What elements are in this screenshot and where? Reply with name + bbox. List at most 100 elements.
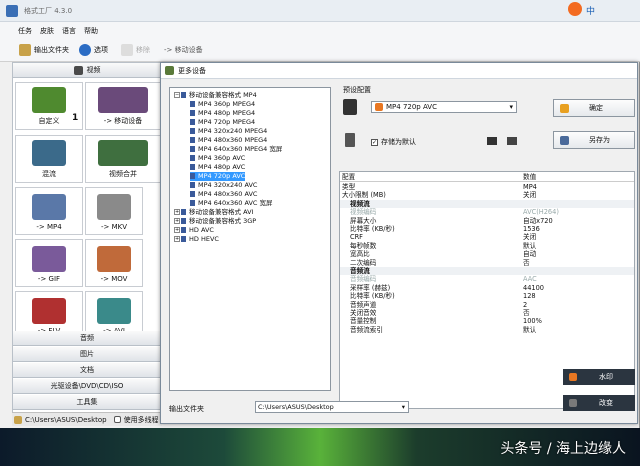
format-icon <box>190 146 195 152</box>
tile-mobile-device[interactable]: -> 移动设备 <box>85 82 161 130</box>
app-icon <box>6 5 18 17</box>
preset-dropdown[interactable]: MP4 720p AVC ▾ <box>371 101 517 113</box>
category-tools-label: 工具集 <box>76 398 98 406</box>
tree-label: MP4 720p AVC <box>198 172 246 180</box>
ok-button[interactable]: 确定 <box>553 99 635 117</box>
tree-item[interactable]: MP4 480p AVC <box>190 163 245 172</box>
tree-item[interactable]: MP4 320x240 MPEG4 <box>190 127 267 136</box>
tile-custom-label: 自定义 <box>38 117 60 125</box>
property-name: 视频流 <box>350 199 370 208</box>
property-row[interactable]: 大小限制 (MB) 关闭 <box>340 191 634 199</box>
tree-item[interactable]: MP4 720p AVC <box>190 172 246 181</box>
tree-group[interactable]: − 移动设备兼容格式 MP4 <box>174 91 257 100</box>
tree-item[interactable]: MP4 480x360 AVC <box>190 190 257 199</box>
property-value: 128 <box>523 292 536 301</box>
expand-icon[interactable]: + <box>174 218 180 224</box>
chevron-down-icon: ▾ <box>509 103 513 111</box>
property-row[interactable]: 音频流索引 默认 <box>340 326 634 334</box>
property-name: 屏幕大小 <box>350 216 377 225</box>
menu-task[interactable]: 任务 <box>18 26 32 36</box>
preset-icon <box>375 103 383 111</box>
category-tools[interactable]: 工具集 <box>13 395 161 410</box>
tree-group[interactable]: + HD AVC <box>174 226 214 235</box>
category-document[interactable]: 文档 <box>13 363 161 378</box>
tile-mov[interactable]: -> MOV <box>85 239 143 287</box>
options-button[interactable]: 选项 <box>76 41 111 59</box>
expand-icon[interactable]: + <box>174 209 180 215</box>
tree-item[interactable]: MP4 640x360 MPEG4 宽屏 <box>190 145 282 154</box>
remove-button[interactable]: 移除 <box>118 41 153 59</box>
property-section[interactable]: 视频流 <box>340 199 634 209</box>
rename-button[interactable]: 改变 <box>563 395 635 411</box>
menu-language[interactable]: 语言 <box>62 26 76 36</box>
tile-gif[interactable]: -> GIF <box>15 239 83 287</box>
save-default-checkbox[interactable]: ✓ <box>371 138 378 146</box>
property-row[interactable]: 比特率 (KB/秒) 128 <box>340 292 634 300</box>
tile-video-join[interactable]: 视频合并 <box>85 135 161 183</box>
property-row[interactable]: 二次编码 否 <box>340 259 634 267</box>
tile-custom[interactable]: 自定义 1 <box>15 82 83 130</box>
category-optical[interactable]: 光驱设备\DVD\CD\ISO <box>13 379 161 394</box>
property-value: 否 <box>523 258 530 267</box>
format-icon <box>190 155 195 161</box>
property-value: 自动x720 <box>523 216 553 225</box>
watermark-label: 水印 <box>599 373 613 381</box>
sidebar: 视频 自定义 1 -> 移动设备 混流 视频合并 -> MP4 -> MKV -… <box>12 62 162 424</box>
monitor-icon[interactable] <box>487 137 497 145</box>
status-path[interactable]: C:\Users\ASUS\Desktop <box>25 416 107 424</box>
format-icon <box>181 92 186 98</box>
tile-mobile-label: -> 移动设备 <box>103 117 143 125</box>
save-default-option[interactable]: ✓ 存储为默认 <box>371 137 416 147</box>
property-row[interactable]: 视频编码 AVC(H264) <box>340 208 634 216</box>
tile-mux[interactable]: 混流 <box>15 135 83 183</box>
property-row[interactable]: 采样率 (赫兹) 44100 <box>340 284 634 292</box>
property-row[interactable]: 音频声道 2 <box>340 301 634 309</box>
tile-mkv[interactable]: -> MKV <box>85 187 143 235</box>
menu-skin[interactable]: 皮肤 <box>40 26 54 36</box>
tray-ime-label[interactable]: 中 <box>586 4 595 17</box>
dialog-icon <box>165 66 174 75</box>
expand-icon[interactable]: + <box>174 236 180 242</box>
tree-item[interactable]: MP4 640x360 AVC 宽屏 <box>190 199 273 208</box>
property-row[interactable]: 音频编码 AAC <box>340 275 634 283</box>
property-row[interactable]: 音量控制 100% <box>340 317 634 325</box>
tile-mp4[interactable]: -> MP4 <box>15 187 83 235</box>
tree-label: 移动设备兼容格式 3GP <box>189 217 257 225</box>
collapse-icon[interactable]: − <box>174 92 180 98</box>
tree-item[interactable]: MP4 480x360 MPEG4 <box>190 136 267 145</box>
device-tree[interactable]: − 移动设备兼容格式 MP4 MP4 360p MPEG4 MP4 480p MPEG… <box>169 87 331 391</box>
tree-group[interactable]: + 移动设备兼容格式 AVI <box>174 208 253 217</box>
category-audio[interactable]: 音频 <box>13 331 161 346</box>
save-as-button[interactable]: 另存为 <box>553 131 635 149</box>
property-row[interactable]: 屏幕大小 自动x720 <box>340 217 634 225</box>
category-video[interactable]: 视频 <box>13 63 161 78</box>
tree-label: MP4 320x240 MPEG4 <box>198 127 268 135</box>
watermark-button[interactable]: 水印 <box>563 369 635 385</box>
tree-group[interactable]: + 移动设备兼容格式 3GP <box>174 217 256 226</box>
category-image[interactable]: 图片 <box>13 347 161 362</box>
property-row[interactable]: 关闭音效否 <box>340 309 634 317</box>
property-row[interactable]: 宽高比 自动 <box>340 250 634 258</box>
output-folder-dropdown[interactable]: C:\Users\ASUS\Desktop ▾ <box>255 401 409 413</box>
mov-icon <box>97 246 131 272</box>
multithread-checkbox[interactable] <box>113 416 121 423</box>
remove-icon <box>121 44 133 56</box>
menu-help[interactable]: 帮助 <box>84 26 98 36</box>
tree-group[interactable]: + HD HEVC <box>174 235 219 244</box>
tree-item[interactable]: MP4 320x240 AVC <box>190 181 257 190</box>
expand-icon[interactable]: + <box>174 227 180 233</box>
tree-item[interactable]: MP4 360p MPEG4 <box>190 100 255 109</box>
watermark-icon <box>569 373 577 381</box>
tree-item[interactable]: MP4 720p MPEG4 <box>190 118 255 127</box>
output-folder-button[interactable]: 输出文件夹 <box>16 41 72 59</box>
property-row[interactable]: CRF 关闭 <box>340 233 634 241</box>
device-phone-icon <box>343 99 357 115</box>
tree-item[interactable]: MP4 360p AVC <box>190 154 245 163</box>
property-row[interactable]: 比特率 (KB/秒) 1536 <box>340 225 634 233</box>
property-section[interactable]: 音频流 <box>340 267 634 276</box>
tree-item[interactable]: MP4 480p MPEG4 <box>190 109 255 118</box>
format-icon <box>181 227 186 233</box>
property-name: 音频声道 <box>350 300 377 309</box>
monitor-settings-icon[interactable] <box>507 137 517 145</box>
property-row[interactable]: 每秒帧数 默认 <box>340 242 634 250</box>
